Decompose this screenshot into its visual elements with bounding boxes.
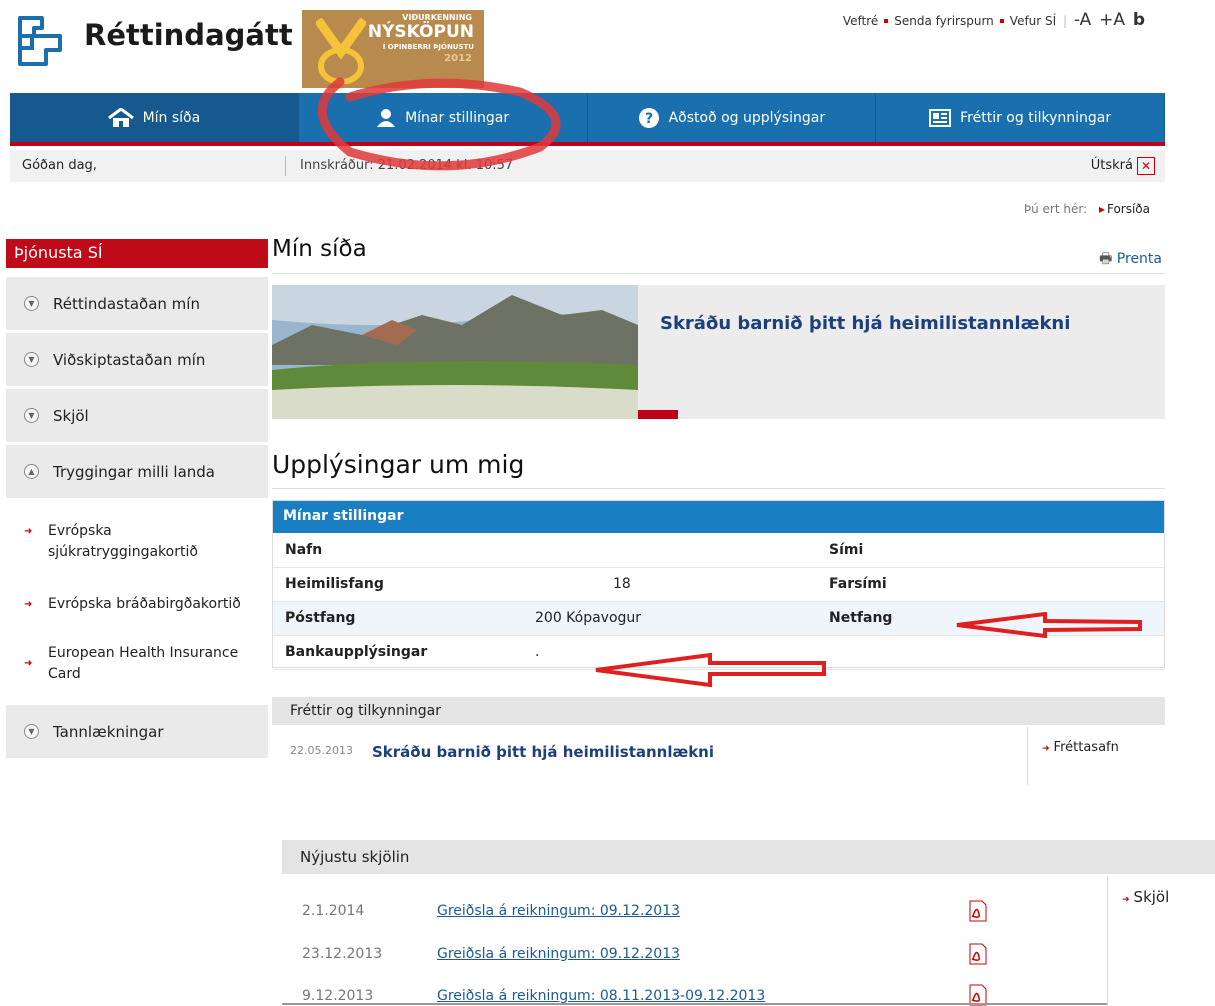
- table-row: Nafn Sími: [273, 533, 1164, 568]
- award-logo-icon: [316, 18, 366, 84]
- tab-label: Mín síða: [142, 109, 201, 126]
- printer-icon: 🖶: [1099, 251, 1113, 267]
- breadcrumb: Þú ert hér: Forsíða: [1024, 202, 1150, 216]
- award-line-3: Í OPINBERRI ÞJÓNUSTU: [382, 43, 474, 51]
- main-nav: Mín síða Mínar stillingar ? Aðstoð og up…: [10, 93, 1165, 146]
- news-archive-link[interactable]: ➜ Fréttasafn: [1042, 740, 1119, 755]
- sidebar-item-label: Skjöl: [53, 406, 89, 425]
- tab-label: Mínar stillingar: [405, 109, 510, 126]
- logo-icon[interactable]: [10, 14, 70, 70]
- page-title: Mín síða: [272, 236, 367, 262]
- sidebar-title: Þjónusta SÍ: [6, 239, 268, 268]
- sidebar-item-business[interactable]: ▼ Viðskiptastaðan mín: [6, 333, 268, 388]
- help-icon: ?: [638, 107, 659, 128]
- news-link[interactable]: Skráðu barnið þitt hjá heimilistannlækni: [372, 743, 714, 761]
- news-section-header: Fréttir og tilkynningar: [272, 697, 1165, 725]
- chevron-up-icon: ▲: [24, 464, 39, 479]
- sidebar-item-documents[interactable]: ▼ Skjöl: [6, 389, 268, 444]
- sidebar-subitem-ehic[interactable]: ➜ Evrópska sjúkratryggingakortið: [24, 521, 236, 563]
- arrow-right-icon: ➜: [1122, 895, 1130, 905]
- tab-news[interactable]: Fréttir og tilkynningar: [876, 93, 1165, 142]
- award-line-2: NÝSKÖPUN: [367, 22, 474, 42]
- tab-my-page[interactable]: Mín síða: [10, 93, 299, 142]
- si-website-link[interactable]: Vefur SÍ: [1010, 14, 1056, 28]
- banner[interactable]: Skráðu barnið þitt hjá heimilistannlækni: [272, 285, 1165, 419]
- chevron-down-icon: ▼: [24, 408, 39, 423]
- breadcrumb-current[interactable]: Forsíða: [1099, 202, 1150, 216]
- list-item: 2.1.2014 Greiðsla á reikningum: 09.12.201…: [302, 903, 681, 919]
- greeting-text: Góðan dag,: [22, 158, 97, 173]
- login-time: Innskráður: 21.02.2014 kl. 10:57: [285, 156, 513, 176]
- home-icon: [107, 107, 134, 127]
- chevron-down-icon: ▼: [24, 724, 39, 739]
- pdf-icon[interactable]: [968, 900, 988, 922]
- banner-image: [272, 285, 638, 419]
- award-year: 2012: [444, 53, 472, 64]
- arrow-right-icon: ➜: [1042, 744, 1050, 754]
- news-date: 22.05.2013: [290, 744, 353, 757]
- svg-text:?: ?: [645, 111, 653, 127]
- font-bold-button[interactable]: b: [1133, 10, 1145, 30]
- section-title-info: Upplýsingar um mig: [272, 450, 525, 479]
- sidebar-item-label: Tryggingar milli landa: [53, 462, 215, 481]
- list-item: 9.12.2013 Greiðsla á reikningum: 08.11.20…: [302, 988, 766, 1004]
- user-icon: [377, 108, 396, 127]
- sidebar-item-insurance-abroad[interactable]: ▲ Tryggingar milli landa: [6, 445, 268, 500]
- table-row: Bankaupplýsingar.: [273, 635, 1164, 670]
- sidebar-subitem-temp-card[interactable]: ➜ Evrópska bráðabirgðakortið: [24, 594, 256, 615]
- sidebar-item-dental[interactable]: ▼ Tannlækningar: [6, 705, 268, 760]
- banner-title[interactable]: Skráðu barnið þitt hjá heimilistannlækni: [660, 313, 1070, 334]
- arrow-right-icon: ➜: [24, 526, 33, 537]
- doc-link[interactable]: Greiðsla á reikningum: 09.12.2013: [437, 903, 680, 919]
- docs-section-header: Nýjustu skjölin: [282, 840, 1215, 874]
- award-line-1: VIÐURKENNING: [402, 13, 472, 22]
- logout-link[interactable]: Útskrá: [1091, 158, 1133, 173]
- doc-link[interactable]: Greiðsla á reikningum: 08.11.2013-09.12.…: [437, 988, 765, 1004]
- brand-name: Réttindagátt: [84, 18, 293, 52]
- tab-label: Aðstoð og upplýsingar: [668, 109, 826, 126]
- send-inquiry-link[interactable]: Senda fyrirspurn: [894, 14, 994, 28]
- pdf-icon[interactable]: [968, 943, 988, 965]
- tab-my-settings[interactable]: Mínar stillingar: [299, 93, 588, 142]
- list-item: 23.12.2013 Greiðsla á reikningum: 09.12.2…: [302, 946, 681, 962]
- greeting-bar: Góðan dag, Innskráður: 21.02.2014 kl. 10…: [10, 150, 1165, 182]
- sidebar-item-rights[interactable]: ▼ Réttindastaðan mín: [6, 277, 268, 332]
- sidebar-item-label: Réttindastaðan mín: [53, 294, 200, 313]
- info-table-header: Mínar stillingar: [273, 501, 1164, 533]
- arrow-right-icon: ➜: [24, 658, 33, 669]
- chevron-down-icon: ▼: [24, 296, 39, 311]
- info-table: Mínar stillingar Nafn Sími Heimilisfang 18…: [272, 500, 1165, 670]
- arrow-right-icon: ➜: [24, 599, 33, 610]
- table-row: Heimilisfang 18 Farsími: [273, 567, 1164, 602]
- sitemap-link[interactable]: Veftré: [843, 14, 878, 28]
- font-larger-button[interactable]: +A: [1099, 10, 1125, 30]
- doc-link[interactable]: Greiðsla á reikningum: 09.12.2013: [437, 946, 680, 962]
- tab-help[interactable]: ? Aðstoð og upplýsingar: [588, 93, 877, 142]
- award-badge: VIÐURKENNING NÝSKÖPUN Í OPINBERRI ÞJÓNUS…: [302, 10, 484, 88]
- banner-indicator[interactable]: [638, 410, 678, 419]
- table-row: Póstfang 200 Kópavogur Netfang: [273, 601, 1164, 636]
- sidebar-subitem-ehic-en[interactable]: ➜ European Health Insurance Card: [24, 643, 256, 685]
- tab-label: Fréttir og tilkynningar: [960, 109, 1112, 126]
- sidebar-item-label: Tannlækningar: [53, 722, 164, 741]
- news-icon: [929, 108, 952, 127]
- font-smaller-button[interactable]: -A: [1074, 10, 1091, 30]
- breadcrumb-label: Þú ert hér:: [1023, 202, 1088, 216]
- sidebar-item-label: Viðskiptastaðan mín: [53, 350, 206, 369]
- docs-link[interactable]: ➜ Skjöl: [1122, 888, 1169, 906]
- print-button[interactable]: 🖶 Prenta: [1099, 248, 1162, 272]
- top-links: Veftré Senda fyrirspurn Vefur SÍ | -A +A b: [842, 10, 1145, 30]
- chevron-down-icon: ▼: [24, 352, 39, 367]
- close-icon[interactable]: ✕: [1137, 157, 1155, 175]
